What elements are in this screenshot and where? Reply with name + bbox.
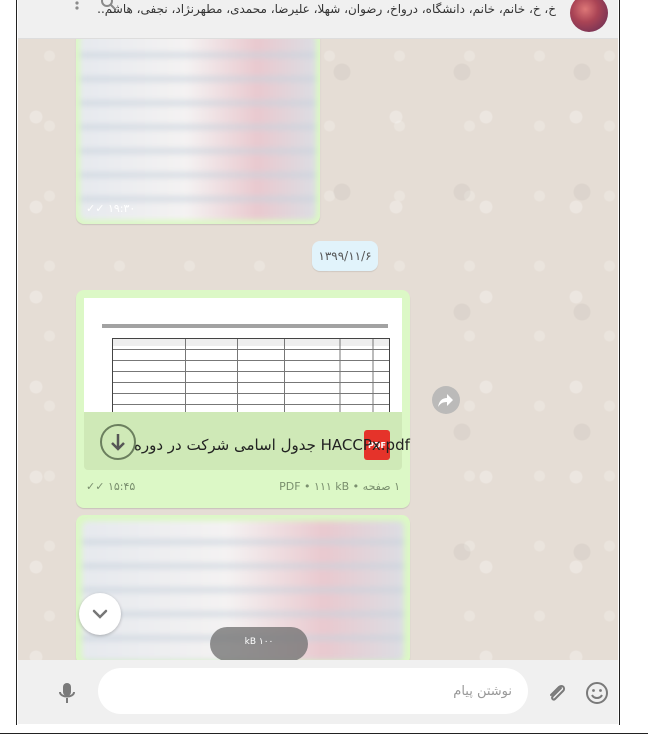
menu-icon[interactable] [68,0,86,12]
chat-header[interactable]: خ، خ، خانم، خانم، دانشگاه، درواخ، رضوان،… [18,0,618,39]
message-image[interactable] [80,34,316,220]
image-message[interactable]: ✓✓ ۱۹:۳۰ [76,30,320,224]
date-separator: ۱۳۹۹/۱۱/۶ [312,241,378,271]
document-message[interactable]: PDF جدول اسامی شرکت در دوره HACCPx.pdf ✓… [76,290,410,508]
document-file-bar[interactable]: PDF جدول اسامی شرکت در دوره HACCPx.pdf [84,412,410,470]
forward-button[interactable] [432,386,460,414]
document-meta: ۱ صفحه • PDF • ۱۱۱ kB [279,480,400,493]
emoji-icon[interactable] [584,680,610,706]
message-composer [18,660,618,724]
document-time: ✓✓ ۱۵:۴۵ [86,480,136,493]
chevron-down-icon [92,609,108,619]
scroll-to-bottom-button[interactable] [79,593,121,635]
pending-upload-indicator[interactable]: kB ۱۰۰ [210,627,308,661]
pending-upload-size: kB ۱۰۰ [244,637,274,647]
forward-icon [438,394,453,407]
message-input[interactable] [98,668,528,714]
double-check-icon: ✓✓ [86,480,105,493]
document-title-line [102,324,388,328]
microphone-icon[interactable] [54,680,80,706]
group-avatar[interactable] [570,0,608,32]
message-time: ✓✓ ۱۹:۳۰ [86,202,136,215]
paperclip-icon[interactable] [544,680,570,706]
document-preview[interactable] [84,298,402,412]
download-button[interactable] [100,424,136,460]
document-table [112,338,390,412]
double-check-icon: ✓✓ [86,202,105,215]
chat-panel: ✓✓ ۱۹:۳۰ ۱۳۹۹/۱۱/۶ PDF جدول اسامی شرکت د… [18,0,618,665]
document-file-name: جدول اسامی شرکت در دوره HACCPx.pdf [134,436,410,454]
group-members-list: خ، خ، خانم، خانم، دانشگاه، درواخ، رضوان،… [96,2,556,16]
download-icon [111,434,125,451]
frame-bottom-border [0,733,648,734]
